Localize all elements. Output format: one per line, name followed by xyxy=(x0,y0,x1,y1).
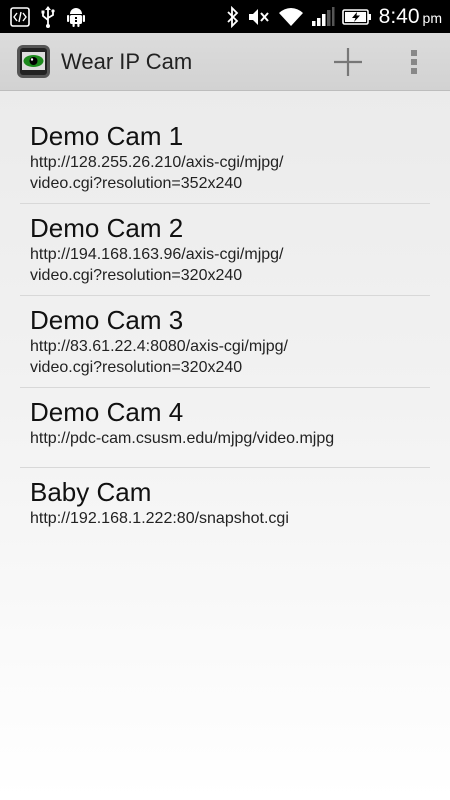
bluetooth-icon xyxy=(226,5,240,28)
camera-url: http://pdc-cam.csusm.edu/mjpg/video.mjpg xyxy=(30,430,335,447)
app-logo-icon[interactable] xyxy=(16,44,51,79)
action-bar: Wear IP Cam xyxy=(0,33,450,91)
camera-list-item[interactable]: Demo Cam 3 http://83.61.22.4:8080/axis-c… xyxy=(20,296,430,388)
camera-url: http://128.255.26.210/axis-cgi/mjpg/ vid… xyxy=(30,154,284,192)
camera-name: Demo Cam 2 xyxy=(30,213,184,243)
status-bar: 8:40 pm xyxy=(0,0,450,33)
camera-list: Demo Cam 1 http://128.255.26.210/axis-cg… xyxy=(20,118,430,548)
battery-charging-icon xyxy=(341,6,372,28)
android-debug-icon xyxy=(66,6,86,28)
camera-name: Demo Cam 1 xyxy=(30,121,184,151)
camera-url: http://194.168.163.96/axis-cgi/mjpg/ vid… xyxy=(30,246,284,284)
plus-icon xyxy=(334,47,362,76)
add-camera-button[interactable] xyxy=(328,42,368,82)
status-bar-left xyxy=(10,5,86,28)
clock: 8:40 pm xyxy=(379,5,442,29)
signal-icon xyxy=(311,6,335,28)
usb-icon xyxy=(40,5,56,28)
camera-name: Baby Cam xyxy=(30,477,152,507)
status-bar-right: 8:40 pm xyxy=(226,5,442,29)
overflow-menu-icon xyxy=(411,49,417,74)
camera-list-item[interactable]: Baby Cam http://192.168.1.222:80/snapsho… xyxy=(20,468,430,548)
wifi-icon xyxy=(278,6,304,28)
camera-name: Demo Cam 3 xyxy=(30,305,184,335)
clock-ampm: pm xyxy=(422,9,442,26)
code-icon xyxy=(10,6,30,28)
clock-time: 8:40 xyxy=(378,4,420,28)
app-title: Wear IP Cam xyxy=(61,48,193,74)
overflow-menu-button[interactable] xyxy=(402,42,426,82)
camera-url: http://83.61.22.4:8080/axis-cgi/mjpg/ vi… xyxy=(30,338,288,376)
camera-list-item[interactable]: Demo Cam 1 http://128.255.26.210/axis-cg… xyxy=(20,118,430,204)
camera-url: http://192.168.1.222:80/snapshot.cgi xyxy=(30,510,289,527)
camera-list-item[interactable]: Demo Cam 2 http://194.168.163.96/axis-cg… xyxy=(20,204,430,296)
mute-icon xyxy=(247,6,271,28)
camera-name: Demo Cam 4 xyxy=(30,397,184,427)
camera-list-item[interactable]: Demo Cam 4 http://pdc-cam.csusm.edu/mjpg… xyxy=(20,388,430,468)
